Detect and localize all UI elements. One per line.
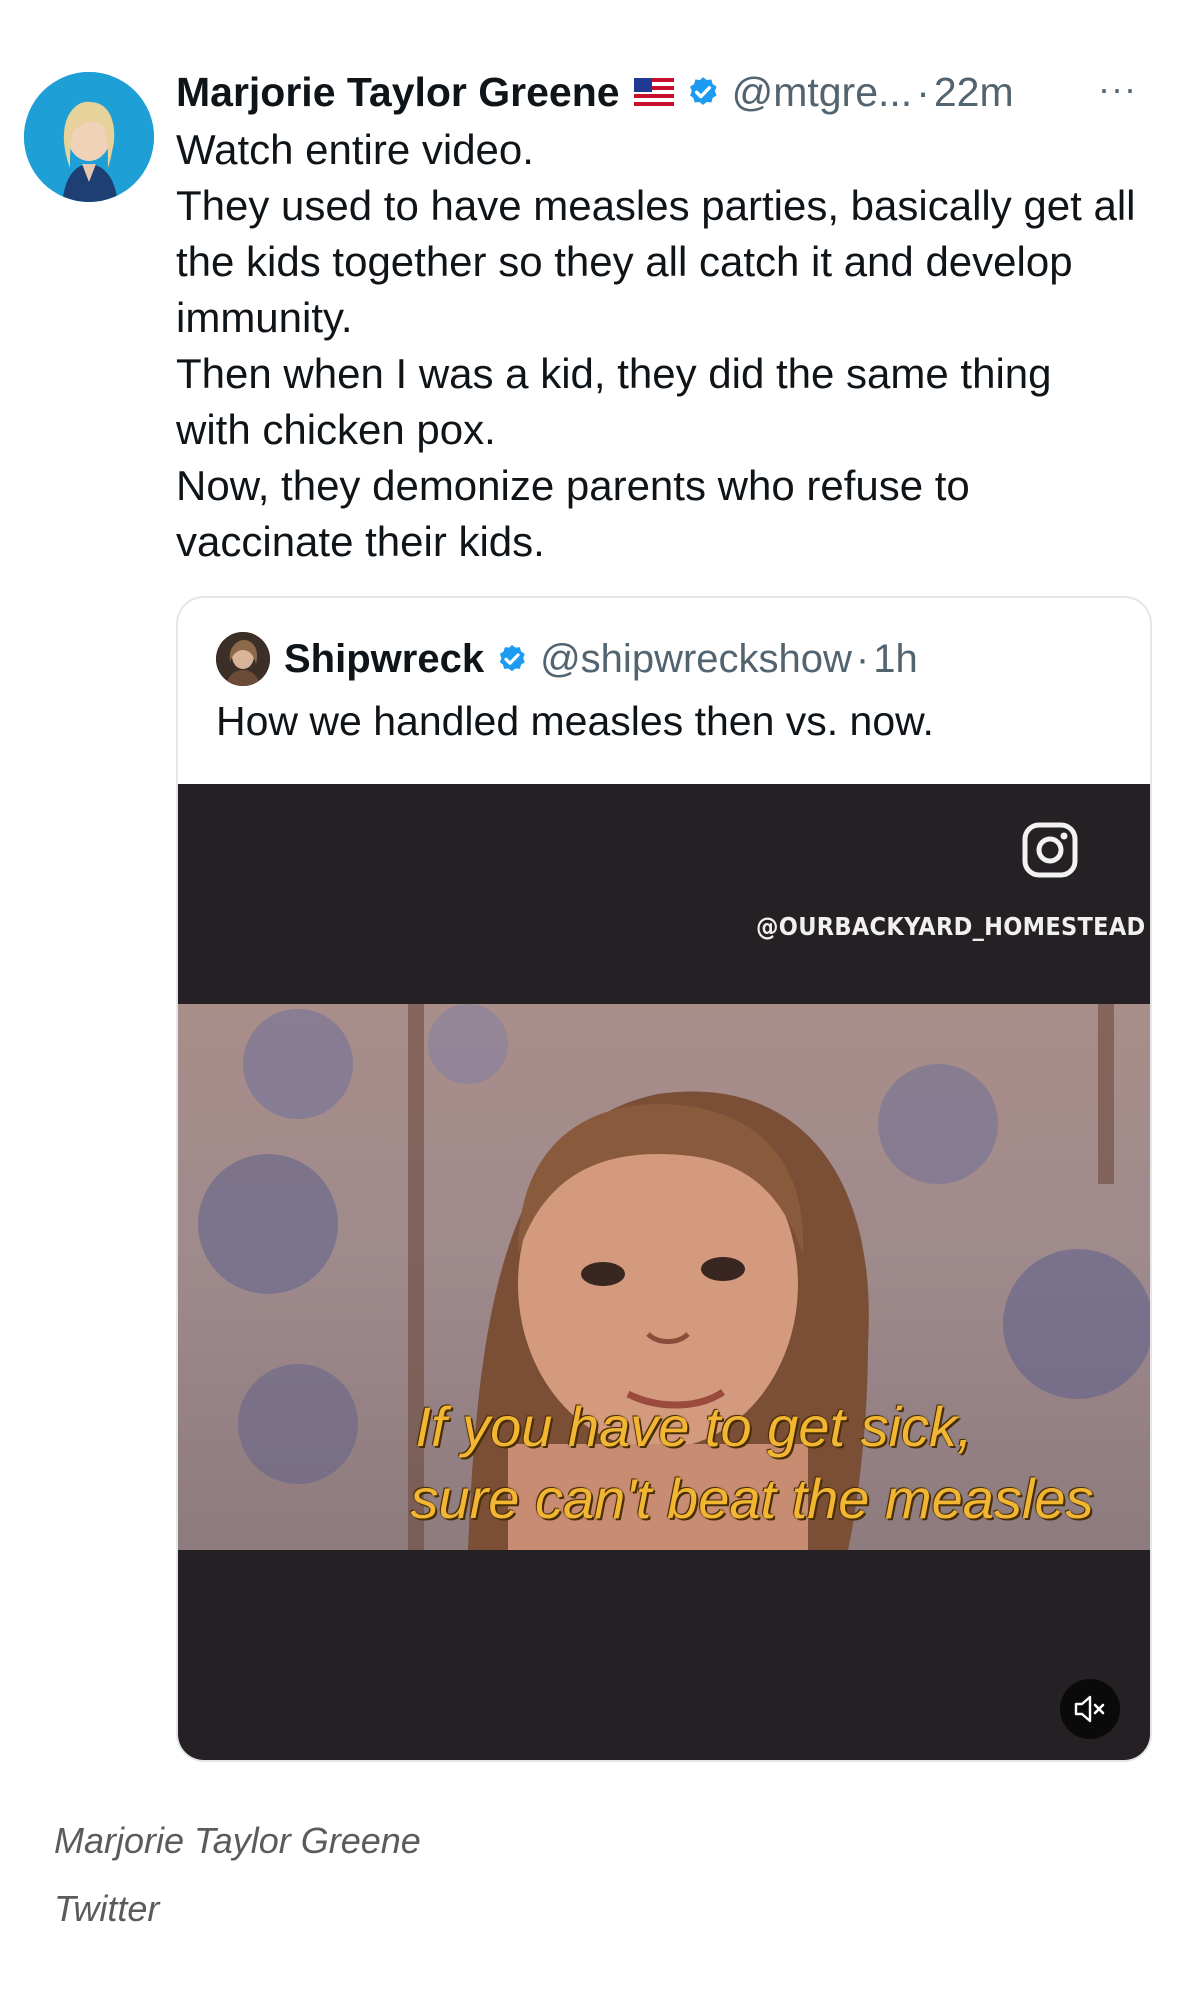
separator: · [855, 636, 870, 681]
timestamp[interactable]: 22m [934, 69, 1014, 116]
us-flag-icon [633, 78, 674, 106]
video-caption-line2: sure can't beat the measles [410, 1467, 1094, 1530]
instagram-icon [1022, 822, 1078, 883]
quoted-tweet[interactable]: Shipwreck @shipwreckshow · 1h How we han… [176, 596, 1152, 1762]
verified-badge-icon [686, 75, 720, 109]
quoted-author-avatar[interactable] [216, 632, 270, 686]
quoted-author-handle[interactable]: @shipwreckshow [540, 637, 852, 682]
quoted-tweet-header: Shipwreck @shipwreckshow · 1h [216, 628, 918, 690]
author-avatar[interactable] [24, 72, 154, 202]
separator: · [916, 68, 930, 115]
video-player[interactable]: @OURBACKYARD_HOMESTEAD If you have to ge… [178, 784, 1150, 1760]
tweet-line: They used to have measles parties, basic… [176, 182, 1148, 341]
mute-icon[interactable] [1060, 1679, 1120, 1739]
video-watermark: @OURBACKYARD_HOMESTEAD [756, 912, 1146, 941]
author-handle[interactable]: @mtgre... [732, 69, 913, 116]
quoted-tweet-text: How we handled measles then vs. now. [216, 698, 934, 744]
quoted-timestamp[interactable]: 1h [873, 637, 918, 682]
quoted-author-name[interactable]: Shipwreck [284, 637, 484, 682]
video-frame: If you have to get sick, sure can't beat… [178, 1004, 1150, 1550]
image-credit-source: Twitter [54, 1888, 160, 1929]
more-icon[interactable]: ··· [1098, 68, 1137, 110]
image-credit-name: Marjorie Taylor Greene [54, 1820, 421, 1861]
author-name[interactable]: Marjorie Taylor Greene [176, 69, 620, 116]
verified-badge-icon [496, 643, 528, 675]
tweet-line: Watch entire video. [176, 126, 534, 173]
tweet-line: Now, they demonize parents who refuse to… [176, 462, 982, 565]
tweet-header: Marjorie Taylor Greene @mtgre... · 22m [176, 62, 1014, 122]
video-caption-line1: If you have to get sick, [415, 1395, 973, 1458]
tweet-line: Then when I was a kid, they did the same… [176, 350, 1064, 453]
tweet-text: Watch entire video. They used to have me… [176, 122, 1136, 570]
